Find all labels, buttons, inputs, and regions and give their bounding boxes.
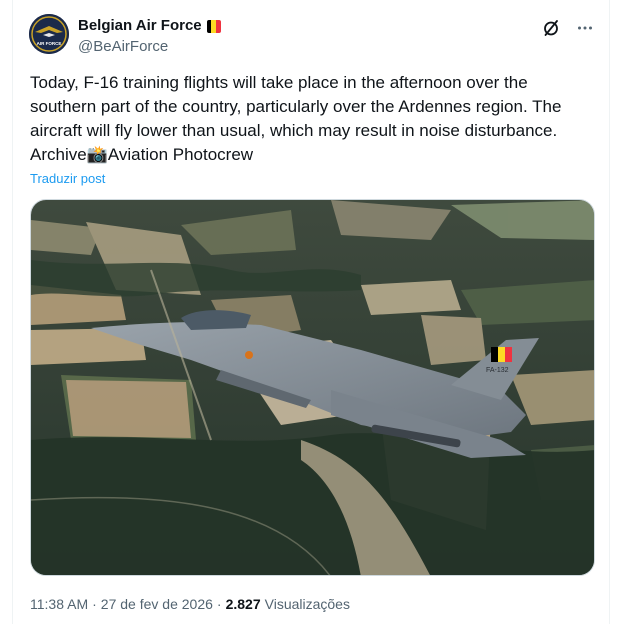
translate-post-link[interactable]: Traduzir post — [30, 171, 105, 186]
more-options-button[interactable] — [575, 18, 595, 38]
views-count: 2.827 — [225, 596, 261, 612]
belgian-air-force-badge-icon: AIR FORCE — [29, 14, 69, 54]
meta-separator: · — [216, 596, 222, 612]
tweet-meta: 11:38 AM · 27 de fev de 2026 · 2.827 Vis… — [30, 595, 350, 613]
avatar-badge-text: AIR FORCE — [37, 41, 62, 46]
tweet-time[interactable]: 11:38 AM — [30, 595, 88, 613]
tweet-media-image[interactable]: FA-132 — [30, 199, 595, 576]
tweet-card: AIR FORCE Belgian Air Force @BeAirForce … — [12, 0, 610, 624]
flag-stripe-red — [215, 19, 221, 33]
more-dots-icon — [578, 26, 592, 30]
author-display-name[interactable]: Belgian Air Force — [78, 17, 202, 35]
f16-aerial-photo: FA-132 — [31, 200, 594, 575]
meta-separator: · — [92, 596, 97, 612]
slashed-circle-icon — [544, 20, 558, 36]
grok-button[interactable] — [541, 18, 561, 38]
author-handle[interactable]: @BeAirForce — [78, 38, 168, 56]
author-name-row[interactable]: Belgian Air Force — [78, 17, 221, 35]
tweet-top-actions — [541, 18, 595, 38]
avatar[interactable]: AIR FORCE — [29, 14, 69, 54]
tail-code-text: FA-132 — [486, 367, 509, 374]
tweet-text: Today, F-16 training flights will take p… — [30, 73, 562, 164]
views-label: Visualizações — [264, 596, 350, 612]
belgian-flag-icon — [206, 19, 221, 33]
tweet-date[interactable]: 27 de fev de 2026 — [101, 595, 213, 613]
